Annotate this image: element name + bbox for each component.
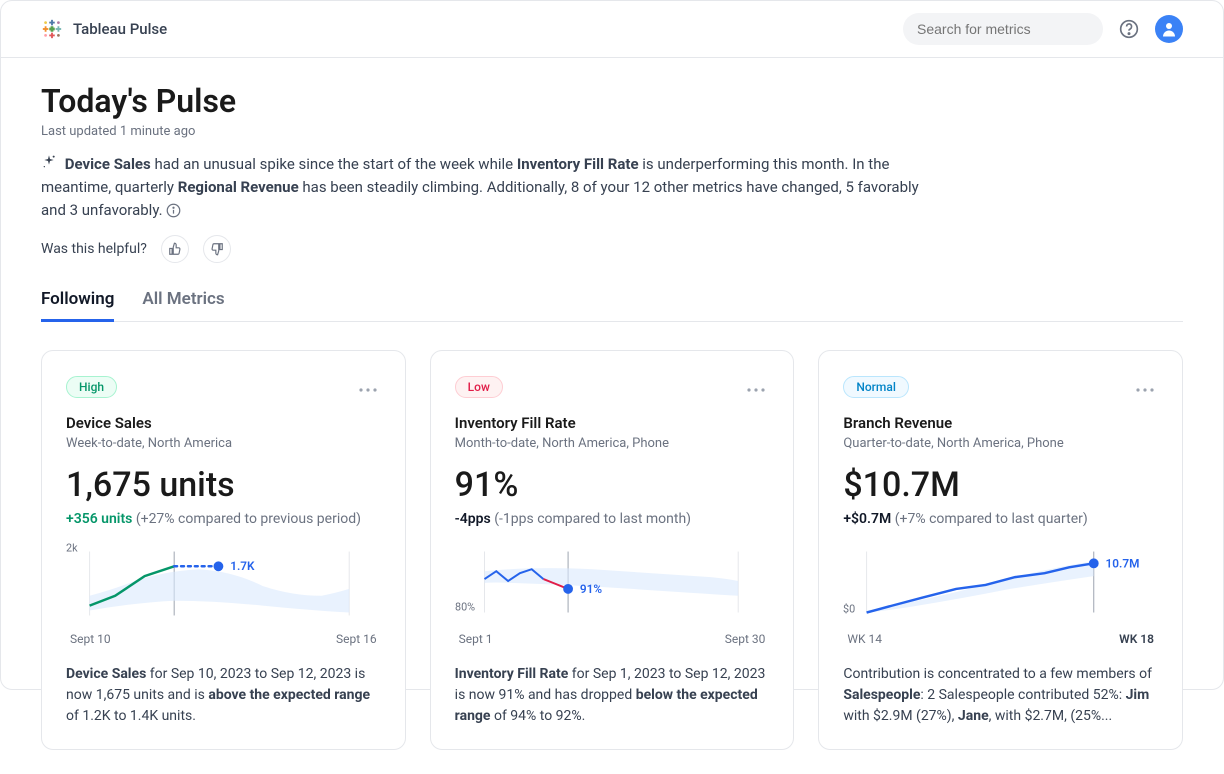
helpful-row: Was this helpful?	[41, 235, 1183, 263]
metric-name: Inventory Fill Rate	[455, 414, 770, 432]
metric-scope: Week-to-date, North America	[66, 436, 381, 451]
metric-name: Branch Revenue	[843, 414, 1158, 432]
metric-card-branch-revenue[interactable]: Normal Branch Revenue Quarter-to-date, N…	[818, 350, 1183, 750]
cards: High Device Sales Week-to-date, North Am…	[41, 350, 1183, 750]
search-input[interactable]	[917, 21, 1098, 37]
helpful-label: Was this helpful?	[41, 241, 147, 257]
x-axis-labels: Sept 1 Sept 30	[455, 632, 770, 646]
card-description: Contribution is concentrated to a few me…	[843, 664, 1158, 727]
status-badge: Normal	[843, 376, 909, 398]
metric-card-inventory-fill-rate[interactable]: Low Inventory Fill Rate Month-to-date, N…	[430, 350, 795, 750]
main: Today's Pulse Last updated 1 minute ago …	[1, 58, 1223, 774]
svg-text:10.7M: 10.7M	[1106, 557, 1140, 571]
tableau-logo-icon	[41, 18, 63, 40]
metric-value: $10.7M	[843, 465, 1158, 505]
more-button[interactable]	[743, 373, 769, 400]
more-button[interactable]	[1132, 373, 1158, 400]
status-badge: High	[66, 376, 117, 398]
tab-all-metrics[interactable]: All Metrics	[142, 281, 224, 321]
sparkline-chart: 80% 91%	[455, 541, 770, 626]
metric-name: Device Sales	[66, 414, 381, 432]
ellipsis-icon	[1136, 388, 1154, 392]
metric-value: 91%	[455, 465, 770, 505]
info-icon[interactable]	[166, 203, 181, 218]
svg-text:$0: $0	[843, 603, 855, 616]
sparkle-icon	[41, 154, 57, 177]
thumbs-up-icon	[168, 242, 182, 256]
status-badge: Low	[455, 376, 503, 398]
brand-name: Tableau Pulse	[73, 20, 167, 38]
tab-following[interactable]: Following	[41, 281, 114, 321]
svg-text:91%: 91%	[580, 582, 602, 596]
last-updated: Last updated 1 minute ago	[41, 124, 1183, 139]
brand: Tableau Pulse	[41, 18, 167, 40]
tabs: Following All Metrics	[41, 281, 1183, 322]
ellipsis-icon	[359, 388, 377, 392]
svg-text:1.7K: 1.7K	[230, 560, 255, 574]
more-button[interactable]	[355, 373, 381, 400]
search-input-wrapper[interactable]	[903, 13, 1103, 45]
x-axis-labels: Sept 10 Sept 16	[66, 632, 381, 646]
card-description: Device Sales for Sep 10, 2023 to Sep 12,…	[66, 664, 381, 727]
avatar[interactable]	[1155, 15, 1183, 43]
card-description: Inventory Fill Rate for Sep 1, 2023 to S…	[455, 664, 770, 727]
sparkline-chart: 2k 1.7K	[66, 541, 381, 626]
svg-text:2k: 2k	[66, 542, 78, 555]
metric-delta: +$0.7M (+7% compared to last quarter)	[843, 511, 1158, 527]
thumbs-down-icon	[210, 242, 224, 256]
metric-card-device-sales[interactable]: High Device Sales Week-to-date, North Am…	[41, 350, 406, 750]
metric-value: 1,675 units	[66, 465, 381, 505]
help-icon[interactable]	[1119, 19, 1139, 39]
summary: Device Sales had an unusual spike since …	[41, 153, 941, 221]
header: Tableau Pulse	[1, 1, 1223, 58]
page-title: Today's Pulse	[41, 82, 1183, 120]
header-right	[903, 13, 1183, 45]
summary-metric-2: Inventory Fill Rate	[517, 155, 639, 173]
thumbs-down-button[interactable]	[203, 235, 231, 263]
summary-metric-1: Device Sales	[65, 155, 151, 173]
x-axis-labels: WK 14 WK 18	[843, 632, 1158, 646]
metric-delta: -4pps (-1pps compared to last month)	[455, 511, 770, 527]
metric-scope: Quarter-to-date, North America, Phone	[843, 436, 1158, 451]
metric-scope: Month-to-date, North America, Phone	[455, 436, 770, 451]
user-icon	[1160, 20, 1178, 38]
sparkline-chart: $0 10.7M	[843, 541, 1158, 626]
svg-text:80%: 80%	[455, 601, 475, 614]
ellipsis-icon	[747, 388, 765, 392]
metric-delta: +356 units (+27% compared to previous pe…	[66, 511, 381, 527]
thumbs-up-button[interactable]	[161, 235, 189, 263]
summary-metric-3: Regional Revenue	[178, 178, 299, 196]
